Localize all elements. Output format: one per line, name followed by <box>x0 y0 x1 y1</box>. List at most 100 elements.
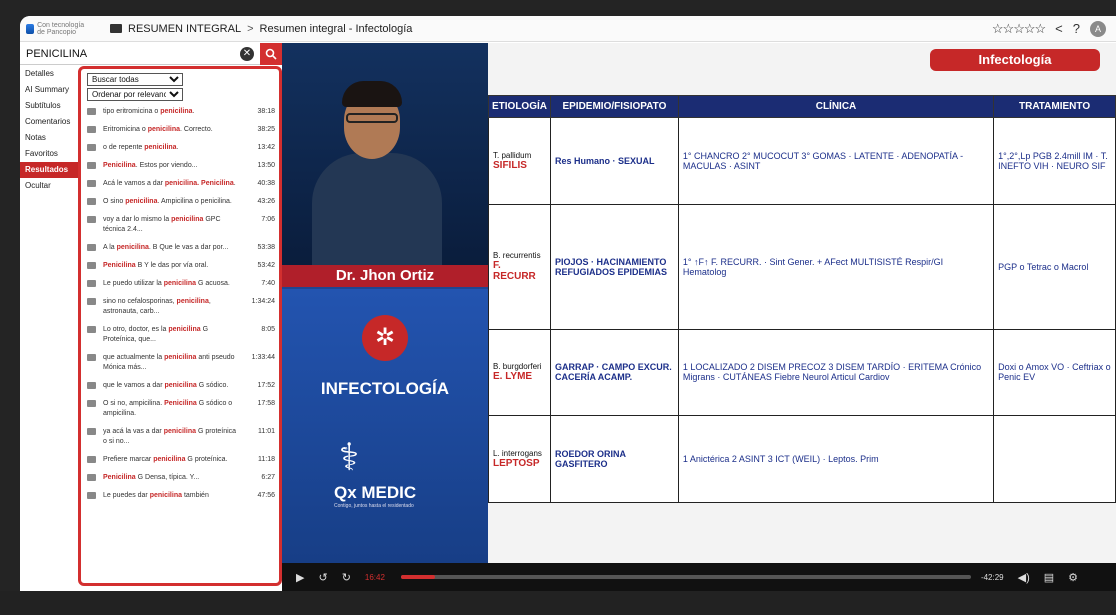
play-icon[interactable]: ▶ <box>296 571 304 584</box>
nav-favorites[interactable]: Favoritos <box>20 146 78 162</box>
result-item[interactable]: Le puedes dar penicilina también 47:56 <box>87 491 275 501</box>
result-pre: O si no, ampicilina. <box>103 400 165 407</box>
search-mode-select[interactable]: Buscar todas <box>87 73 183 86</box>
result-match: Penicilina <box>164 400 197 407</box>
share-icon[interactable]: < <box>1055 21 1063 36</box>
result-item[interactable]: Lo otro, doctor, es la penicilina G Prot… <box>87 325 275 345</box>
device-frame: Con tecnología de Pancopio RESUMEN INTEG… <box>0 0 1116 615</box>
clinica-cell: 1 Anictérica 2 ASINT 3 ICT (WEIL) · Lept… <box>677 415 995 503</box>
result-pre: Le puedes dar <box>103 492 150 499</box>
result-pre: O sino <box>103 198 126 205</box>
result-match: penicilina <box>163 428 196 435</box>
result-pre: Prefiere marcar <box>103 456 154 463</box>
result-timestamp: 11:18 <box>258 456 275 463</box>
result-match: penicilina <box>164 382 197 389</box>
rewind-10-icon[interactable]: ↺ <box>318 571 327 584</box>
nav-hide[interactable]: Ocultar <box>20 178 78 194</box>
breadcrumb: RESUMEN INTEGRAL > Resumen integral - In… <box>110 23 412 35</box>
result-item[interactable]: Eritromicina o penicilina. Correcto. 38:2… <box>87 125 275 135</box>
result-text: Le puedes dar penicilina también <box>103 491 239 501</box>
result-pre: ya acá la vas a dar <box>103 428 164 435</box>
result-match: penicilina <box>116 244 149 251</box>
breadcrumb-current: Resumen integral - Infectología <box>259 22 413 35</box>
captions-icon[interactable]: ▤ <box>1044 571 1054 584</box>
result-item[interactable]: Prefiere marcar penicilina G proteínica.… <box>87 455 275 465</box>
etiology-organism: T. pallidum <box>493 150 532 160</box>
result-timestamp: 47:56 <box>257 492 275 499</box>
etiology-cell: B. recurrentis F. RECURR <box>488 203 551 330</box>
result-item[interactable]: ya acá la vas a dar penicilina G proteín… <box>87 427 275 447</box>
progress-bar[interactable] <box>400 575 971 579</box>
result-item[interactable]: Penicilina G Densa, típica. Y... 6:27 <box>87 473 275 483</box>
result-text: que actualmente la penicilina anti pseud… <box>103 353 239 373</box>
result-timestamp: 38:18 <box>257 108 275 115</box>
tratamiento-cell: 1°,2°,Lp PGB 2.4mill IM · T. INEFTO VIH … <box>993 117 1116 205</box>
result-item[interactable]: Le puedo utilizar la penicilina G acuosa… <box>87 279 275 289</box>
clinica-cell: 1 LOCALIZADO 2 DISEM PRECOZ 3 DISEM TARD… <box>677 328 995 417</box>
result-text: o de repente penicilina. <box>103 143 239 153</box>
virus-icon: ✲ <box>362 315 408 361</box>
nav-notes[interactable]: Notas <box>20 130 78 146</box>
result-item[interactable]: Acá le vamos a dar penicilina. Penicilin… <box>87 179 275 189</box>
caption-icon <box>87 262 96 269</box>
result-item[interactable]: Penicilina. Estos por viendo... 13:50 <box>87 161 275 171</box>
slide-table-header: ETIOLOGÍA EPIDEMIO/FISIOPATO CLÍNICA TRA… <box>488 95 1116 118</box>
result-item[interactable]: Penicilina B Y le das por vía oral. 53:42 <box>87 261 275 271</box>
result-timestamp: 53:38 <box>257 244 275 251</box>
result-item[interactable]: voy a dar lo mismo la penicilina GPC téc… <box>87 215 275 235</box>
search-icon <box>265 48 277 60</box>
rating-stars-icon[interactable]: ☆☆☆☆☆ <box>992 21 1046 37</box>
forward-10-icon[interactable]: ↻ <box>342 571 351 584</box>
result-post: . Estos por viendo... <box>135 162 198 169</box>
help-button[interactable]: ? <box>1073 21 1080 36</box>
result-timestamp: 17:58 <box>257 400 275 407</box>
search-button[interactable] <box>260 43 282 65</box>
bottom-bar <box>0 591 1116 615</box>
pancopio-logo[interactable]: Con tecnología de Pancopio <box>26 20 88 38</box>
nav-results[interactable]: Resultados <box>20 162 78 178</box>
avatar[interactable]: A <box>1090 20 1106 37</box>
sort-select[interactable]: Ordenar por relevancia <box>87 88 183 101</box>
caption-icon <box>87 180 96 187</box>
nav-details[interactable]: Detalles <box>20 66 78 82</box>
result-item[interactable]: tipo eritromicina o penicilina. 38:18 <box>87 107 275 117</box>
result-match: penicilina <box>149 492 182 499</box>
nav-subtitles[interactable]: Subtítulos <box>20 98 78 114</box>
result-text: A la penicilina. B Que le vas a dar por.… <box>103 243 239 253</box>
epidemio-cell: PIOJOS · HACINAMIENTO REFUGIADOS EPIDEMI… <box>549 203 679 330</box>
header-etiology: ETIOLOGÍA <box>488 95 551 118</box>
etiology-disease: F. RECURR <box>493 260 536 283</box>
video-player[interactable]: Dr. Jhon Ortiz ✲ INFECTOLOGÍA ⚕ Qx MEDIC… <box>282 43 1116 591</box>
breadcrumb-folder[interactable]: RESUMEN INTEGRAL <box>128 23 241 35</box>
tratamiento-cell: PGP o Tetrac o Macrol <box>993 203 1116 330</box>
result-pre: Le puedo utilizar la <box>103 280 164 287</box>
nav-comments[interactable]: Comentarios <box>20 114 78 130</box>
result-item[interactable]: O si no, ampicilina. Penicilina G sódico… <box>87 399 275 419</box>
result-pre: o de repente <box>103 144 145 151</box>
result-timestamp: 40:38 <box>257 180 275 187</box>
result-match: penicilina <box>153 456 186 463</box>
result-match: Penicilina <box>103 262 136 269</box>
clear-search-button[interactable]: ✕ <box>240 47 254 61</box>
settings-gear-icon[interactable]: ⚙ <box>1068 571 1078 584</box>
breadcrumb-separator: > <box>247 22 254 35</box>
result-item[interactable]: O sino penicilina. Ampicilina o penicili… <box>87 197 275 207</box>
caption-icon <box>87 244 96 251</box>
nav-ai-summary[interactable]: AI Summary <box>20 82 78 98</box>
result-item[interactable]: que actualmente la penicilina anti pseud… <box>87 353 275 373</box>
etiology-disease: E. LYME <box>493 371 533 383</box>
caption-icon <box>87 298 96 305</box>
volume-icon[interactable]: ◀) <box>1018 571 1030 584</box>
qx-medic-logo: ⚕ Qx MEDIC Contigo, juntos hasta el resi… <box>334 439 444 509</box>
result-item[interactable]: A la penicilina. B Que le vas a dar por.… <box>87 243 275 253</box>
caption-icon <box>87 126 96 133</box>
search-input[interactable] <box>20 43 240 64</box>
logo-text: Con tecnología de Pancopio <box>37 21 85 36</box>
result-text: Penicilina G Densa, típica. Y... <box>103 473 239 483</box>
result-item[interactable]: sino no cefalosporinas, penicilina, astr… <box>87 297 275 317</box>
result-item[interactable]: que le vamos a dar penicilina G sódico. 1… <box>87 381 275 391</box>
result-item[interactable]: o de repente penicilina. 13:42 <box>87 143 275 153</box>
result-pre: A la <box>103 244 117 251</box>
caption-icon <box>87 326 96 333</box>
result-timestamp: 43:26 <box>257 198 275 205</box>
